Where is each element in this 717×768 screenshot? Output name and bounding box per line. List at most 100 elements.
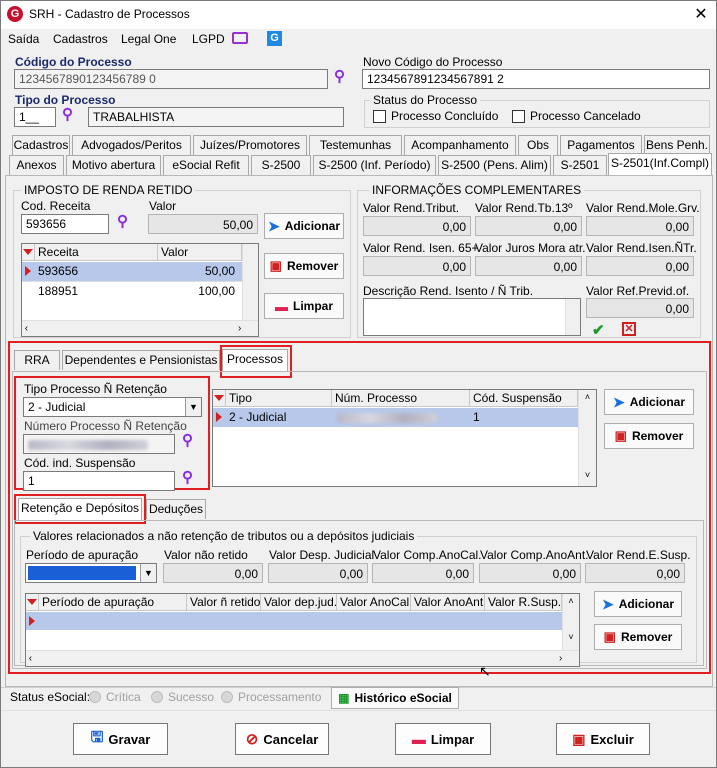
tab-motivo-abertura[interactable]: Motivo abertura [66,155,161,175]
cancel-x-icon[interactable]: ✕ [622,322,636,336]
col-receita[interactable]: Receita [35,244,158,261]
vertical-scrollbar[interactable] [242,244,258,320]
comp-anocal-field[interactable]: 0,00 [372,563,474,583]
add-receita-button[interactable]: ➤ Adicionar [264,213,344,239]
close-icon[interactable]: ✕ [691,4,711,24]
tab-s2500-inf-periodo[interactable]: S-2500 (Inf. Período) [313,155,436,175]
menu-cadastros[interactable]: Cadastros [53,32,108,46]
cancelado-label: Processo Cancelado [530,109,641,123]
confirm-check-icon[interactable]: ✔ [592,321,605,339]
subtab-rra[interactable]: RRA [14,350,60,370]
remove-receita-button[interactable]: ▣ Remover [264,253,344,279]
concluido-checkbox[interactable] [373,110,386,123]
tab-juizes[interactable]: Juízes/Promotores [193,135,307,155]
desp-judicial-field[interactable]: 0,00 [268,563,368,583]
tab-bens-penh[interactable]: Bens Penh. [644,135,710,155]
col-r-susp[interactable]: Valor R.Susp. [485,594,562,611]
monitor-icon[interactable] [232,32,248,44]
clear-receita-button[interactable]: ▬ Limpar [264,293,344,319]
col-tipo[interactable]: Tipo [226,390,332,407]
excluir-button[interactable]: ▣ Excluir [556,723,650,755]
col-nao-retido[interactable]: Valor ñ retido [187,594,261,611]
search-icon[interactable]: ⚲ [62,105,73,123]
valor-field[interactable]: 50,00 [148,214,258,234]
tab-advogados[interactable]: Advogados/Peritos [72,135,191,155]
status-group-title: Status do Processo [370,93,481,107]
novo-codigo-field[interactable]: 1234567891234567891 2 [362,69,710,89]
horizontal-scrollbar[interactable]: ‹ › [22,320,258,336]
add-processo-button[interactable]: ➤ Adicionar [604,389,694,415]
col-anoant[interactable]: Valor AnoAnt. [411,594,485,611]
g-app-icon[interactable]: G [267,31,282,46]
tab-s2501[interactable]: S-2501 [553,155,607,175]
rend-isen-ntr-field[interactable]: 0,00 [586,256,694,276]
cod-receita-field[interactable]: 593656 [21,214,109,234]
critica-radio[interactable] [89,691,101,703]
chevron-down-icon[interactable]: ▼ [185,398,201,416]
desc-isento-textarea[interactable] [363,298,581,336]
rend-tribut-field[interactable]: 0,00 [363,216,471,236]
sucesso-radio[interactable] [151,691,163,703]
vertical-scrollbar[interactable]: ˄ ˅ [562,594,579,650]
tab-esocial-refit[interactable]: eSocial Refit [163,155,249,175]
menu-saida[interactable]: Saída [8,32,39,46]
col-periodo[interactable]: Período de apuração [39,594,187,611]
menu-legal-one[interactable]: Legal One [121,32,176,46]
chevron-down-icon[interactable]: ▼ [140,564,156,582]
add-periodo-button[interactable]: ➤ Adicionar [594,591,682,617]
gravar-label: Gravar [108,731,151,747]
tab-cadastros[interactable]: Cadastros [12,135,70,155]
gravar-button[interactable]: 🖫 Gravar [73,723,168,755]
rend-tb13-field[interactable]: 0,00 [475,216,582,236]
table-row[interactable]: 593656 50,00 [22,262,242,281]
num-proc-field[interactable] [23,434,175,454]
cancelado-checkbox[interactable] [512,110,525,123]
subtab-deducoes[interactable]: Deduções [146,499,206,519]
col-cod-suspensao[interactable]: Cód. Suspensão [470,390,578,407]
historico-esocial-button[interactable]: ▦ Histórico eSocial [331,687,459,709]
cell-receita: 188951 [38,284,79,298]
periodo-select[interactable]: ▼ [25,563,157,583]
tab-testemunhas[interactable]: Testemunhas [309,135,402,155]
table-row[interactable]: 2 - Judicial 1 [213,408,578,427]
subtab-dependentes[interactable]: Dependentes e Pensionistas [62,350,220,370]
table-row[interactable] [26,612,562,630]
col-anocal[interactable]: Valor AnoCal. [337,594,411,611]
tab-anexos[interactable]: Anexos [9,155,64,175]
juros-mora-field[interactable]: 0,00 [475,256,582,276]
cell-valor: 100,00 [198,284,235,298]
col-valor[interactable]: Valor [158,244,242,261]
ref-previd-field[interactable]: 0,00 [586,298,694,318]
tab-pagamentos[interactable]: Pagamentos [560,135,642,155]
col-dep-jud[interactable]: Valor dep.jud. [261,594,337,611]
save-icon: 🖫 [90,728,104,746]
cancelar-button[interactable]: ⊘ Cancelar [235,723,329,755]
processamento-radio[interactable] [221,691,233,703]
tab-obs[interactable]: Obs [518,135,558,155]
tab-s2501-inf-compl[interactable]: S-2501(Inf.Compl) [608,153,712,175]
tab-s2500[interactable]: S-2500 [251,155,311,175]
tipo-proc-select[interactable]: 2 - Judicial ▼ [23,397,202,417]
col-num-processo[interactable]: Núm. Processo [332,390,470,407]
search-icon[interactable]: ⚲ [182,468,193,486]
tab-s2500-pens-alim[interactable]: S-2500 (Pens. Alim) [438,155,551,175]
search-icon[interactable]: ⚲ [182,431,193,449]
codigo-field[interactable]: 1234567890123456789 0 [14,69,328,89]
limpar-button[interactable]: ▬ Limpar [395,723,491,755]
search-icon[interactable]: ⚲ [334,67,345,85]
rend-susp-field[interactable]: 0,00 [585,563,685,583]
vertical-scrollbar[interactable]: ˄ ˅ [578,390,596,486]
remove-periodo-button[interactable]: ▣ Remover [594,624,682,650]
tab-acompanhamento[interactable]: Acompanhamento [404,135,516,155]
rend-mole-field[interactable]: 0,00 [586,216,694,236]
comp-anoant-field[interactable]: 0,00 [479,563,581,583]
horizontal-scrollbar[interactable]: ‹ › [26,650,579,666]
tipo-code-field[interactable]: 1__ [14,107,56,127]
susp-field[interactable]: 1 [23,471,175,491]
rend-isen65-field[interactable]: 0,00 [363,256,471,276]
menu-lgpd[interactable]: LGPD [192,32,225,46]
table-row[interactable]: 188951 100,00 [22,281,242,300]
search-icon[interactable]: ⚲ [117,212,128,230]
remove-processo-button[interactable]: ▣ Remover [604,423,694,449]
nao-retido-field[interactable]: 0,00 [163,563,263,583]
